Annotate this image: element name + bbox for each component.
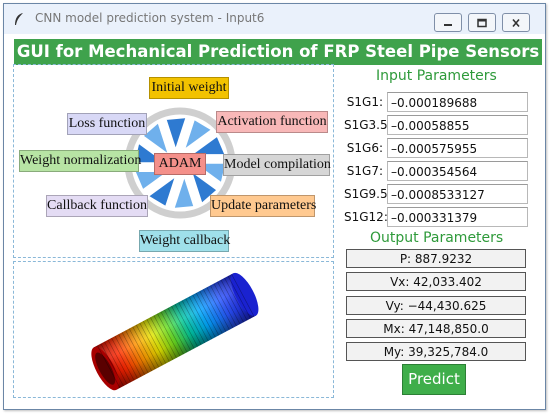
param-input-s1g1[interactable]: –0.000189688 [387, 92, 528, 112]
param-input-s1g6[interactable]: –0.000575955 [387, 138, 528, 158]
input-parameters-title: Input Parameters [376, 68, 497, 84]
window-title: CNN model prediction system - Input6 [35, 11, 265, 25]
node-model-compilation: Model compilation [223, 154, 331, 176]
output-mx: Mx: 47,148,850.0 [346, 319, 526, 338]
param-label-s1g6: S1G6: [346, 141, 383, 155]
output-parameters-title: Output Parameters [370, 230, 504, 246]
optimizer-diagram-panel: Initial weight Activation function Model… [13, 64, 334, 258]
close-button[interactable] [502, 13, 530, 32]
param-input-s1g7[interactable]: –0.000354564 [387, 161, 528, 181]
output-my: My: 39,325,784.0 [346, 342, 526, 361]
param-label-s1g12: S1G12: [344, 210, 388, 224]
node-adam-center: ADAM [154, 153, 206, 175]
maximize-icon [477, 18, 487, 27]
output-vy: Vy: −44,430.625 [346, 296, 526, 315]
node-activation-function: Activation function [216, 111, 328, 133]
param-label-s1g3-5: S1G3.5: [344, 118, 392, 132]
app-banner: GUI for Mechanical Prediction of FRP Ste… [14, 39, 542, 65]
title-bar[interactable]: CNN model prediction system - Input6 [4, 4, 545, 34]
pinwheel-blade [164, 116, 188, 153]
output-p: P: 887.9232 [346, 249, 526, 268]
node-update-parameters: Update parameters [210, 195, 316, 217]
node-weight-normalization: Weight normalization [19, 150, 141, 172]
param-input-s1g3-5[interactable]: –0.00058855 [387, 115, 528, 135]
param-label-s1g9-5: S1G9.5: [344, 187, 392, 201]
node-loss-function: Loss function [67, 113, 147, 135]
feather-icon [15, 13, 23, 25]
output-vx: Vx: 42,033.402 [346, 272, 526, 291]
pinwheel-blade [172, 173, 196, 210]
param-label-s1g7: S1G7: [346, 164, 383, 178]
param-input-s1g12[interactable]: –0.000331379 [387, 207, 528, 227]
close-icon [512, 18, 520, 27]
pipe-visualization-panel [13, 261, 334, 398]
node-weight-callback: Weight callback [139, 230, 230, 252]
minimize-icon [444, 23, 452, 26]
minimize-button[interactable] [434, 13, 462, 32]
param-label-s1g1: S1G1: [346, 95, 383, 109]
node-callback-function: Callback function [46, 195, 148, 217]
predict-button[interactable]: Predict [402, 364, 466, 395]
maximize-button[interactable] [468, 13, 496, 32]
steel-pipe-contour-image [91, 272, 259, 391]
node-initial-weight: Initial weight [149, 77, 229, 99]
param-input-s1g9-5[interactable]: –0.0008533127 [387, 184, 528, 204]
